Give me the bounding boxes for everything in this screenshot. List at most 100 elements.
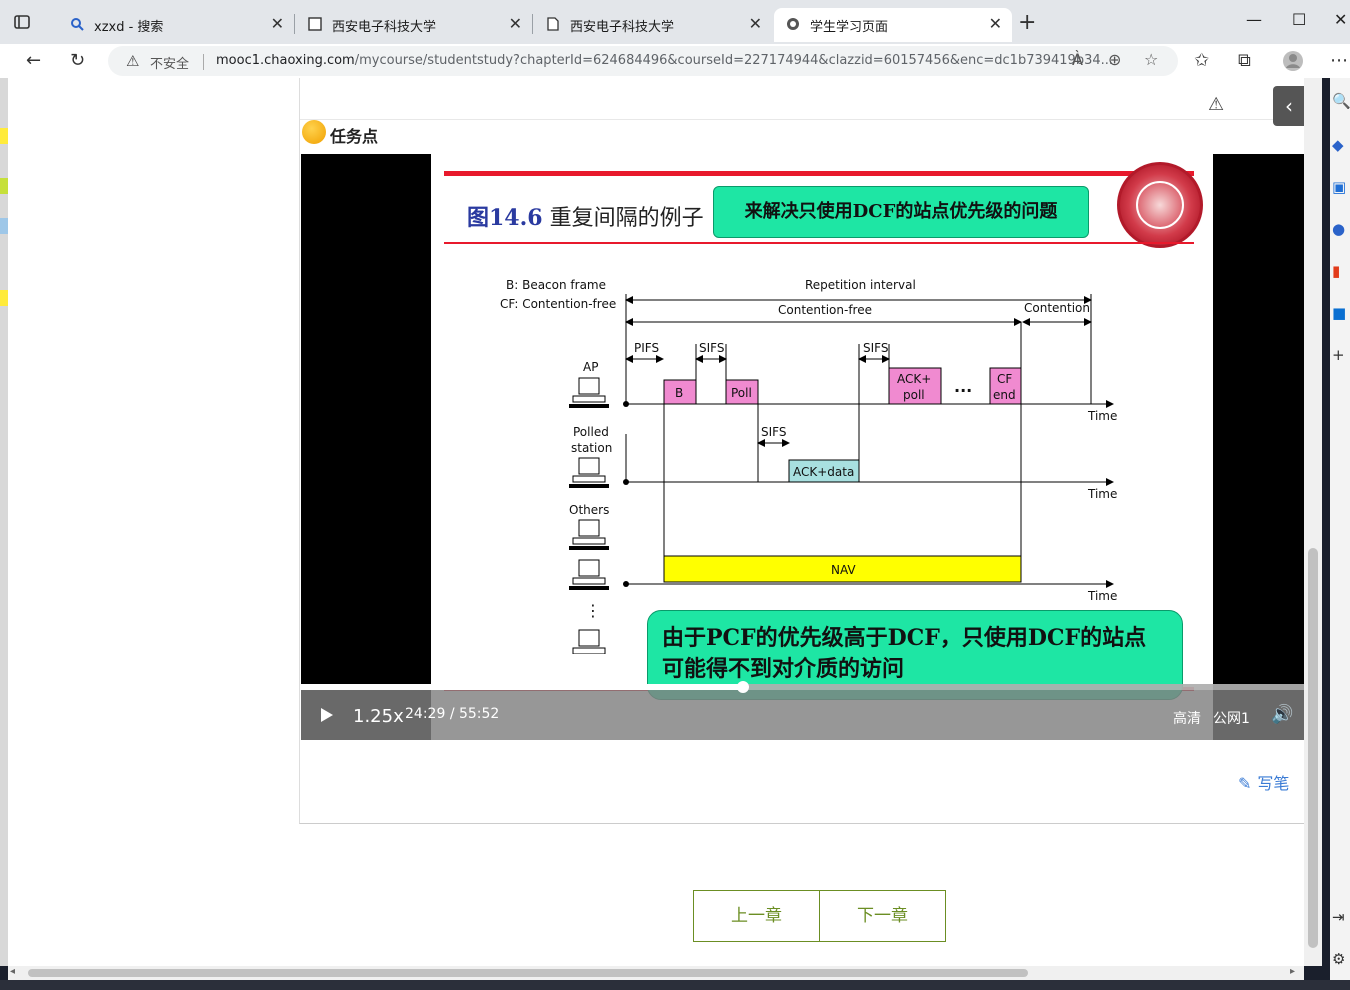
close-icon[interactable]: ✕	[989, 14, 1002, 33]
address-divider	[203, 54, 204, 70]
people-icon[interactable]: ●	[1332, 220, 1345, 238]
prev-chapter-button[interactable]: 上一章	[693, 890, 820, 942]
new-tab-button[interactable]: +	[1018, 10, 1036, 35]
figure-title: 重复间隔的例子	[549, 206, 704, 231]
write-note-label: 写笔	[1257, 774, 1290, 793]
more-icon[interactable]: ⋯	[1330, 50, 1348, 71]
collections-icon[interactable]: ⧉	[1238, 50, 1251, 71]
add-icon[interactable]: +	[1332, 346, 1345, 364]
tab-xidian-2[interactable]: 西安电子科技大学 ✕	[534, 8, 772, 42]
ack-poll-label-1: ACK+	[897, 372, 931, 386]
time-label: Time	[1087, 487, 1117, 501]
scrollbar-thumb[interactable]	[1308, 548, 1318, 948]
timeline-origin	[623, 581, 629, 587]
warning-icon[interactable]: ⚠	[126, 52, 139, 70]
chevron-left-icon: ‹	[1285, 94, 1293, 118]
legend-beacon: B: Beacon frame	[506, 278, 606, 292]
window-close-icon[interactable]: ✕	[1334, 10, 1347, 29]
favorites-icon[interactable]: ✩	[1194, 50, 1209, 71]
close-icon[interactable]: ✕	[509, 14, 522, 33]
add-favorite-icon[interactable]: ☆	[1144, 50, 1158, 69]
course-content-panel: ⚠ ‹ 任务点 图14.6 重复间隔的例子 来解决只使用DCF的站点优先级的问题	[299, 78, 1304, 824]
tab-student-study[interactable]: 学生学习页面 ✕	[774, 8, 1012, 42]
progress-bar[interactable]	[301, 681, 1304, 693]
settings-icon[interactable]: ⚙	[1332, 950, 1345, 968]
edge-marker	[0, 128, 8, 144]
edge-marker	[0, 218, 8, 234]
report-warning-icon[interactable]: ⚠	[1208, 94, 1224, 115]
vertical-scrollbar[interactable]	[1304, 78, 1322, 966]
lecture-slide: 图14.6 重复间隔的例子 来解决只使用DCF的站点优先级的问题 B: Beac…	[431, 154, 1213, 740]
tab-title: 西安电子科技大学	[570, 20, 675, 35]
time-separator: /	[449, 706, 455, 722]
scroll-right-icon[interactable]: ▸	[1290, 966, 1295, 977]
edge-marker	[0, 178, 8, 194]
pcf-timing-diagram: B: Beacon frame CF: Contention-free Repe…	[500, 278, 1117, 654]
tab-divider	[532, 14, 533, 34]
tab-title: 西安电子科技大学	[332, 20, 437, 35]
university-seal-logo	[1117, 162, 1203, 248]
progress-handle[interactable]	[736, 681, 749, 693]
line-selector[interactable]: 公网1	[1213, 708, 1250, 728]
scrollbar-thumb[interactable]	[28, 969, 1028, 977]
globe-icon	[786, 17, 800, 31]
cf-end-label-2: end	[993, 388, 1016, 402]
player-controls: 1.25x 24:29 / 55:52 高清 公网1 🔊	[301, 681, 1304, 740]
back-icon[interactable]: ←	[26, 50, 41, 71]
station-label: station	[571, 441, 612, 455]
close-icon[interactable]: ✕	[749, 14, 762, 33]
horizontal-scrollbar[interactable]: ◂ ▸	[8, 966, 1304, 980]
duration: 55:52	[458, 706, 500, 722]
ack-data-label: ACK+data	[793, 465, 854, 479]
contention-label: Contention	[1024, 301, 1090, 315]
outlook-icon[interactable]: ■	[1332, 304, 1346, 322]
minimize-icon[interactable]: —	[1246, 10, 1262, 29]
toolbox-icon[interactable]: ▣	[1332, 178, 1346, 196]
next-chapter-button[interactable]: 下一章	[819, 890, 946, 942]
tab-title: 学生学习页面	[810, 20, 889, 35]
tab-actions-button[interactable]	[12, 12, 52, 34]
read-aloud-icon[interactable]: À	[1072, 50, 1083, 69]
sifs-label: SIFS	[699, 341, 724, 355]
collapse-panel-button[interactable]: ‹	[1273, 86, 1304, 126]
close-icon[interactable]: ✕	[271, 14, 284, 33]
time-label: Time	[1087, 589, 1117, 603]
desktop-background	[0, 980, 1350, 990]
zoom-icon[interactable]: ⊕	[1108, 50, 1121, 69]
page-icon	[308, 17, 322, 31]
ack-poll-label-2: poll	[903, 388, 925, 402]
video-player[interactable]: 图14.6 重复间隔的例子 来解决只使用DCF的站点优先级的问题 B: Beac…	[301, 154, 1304, 740]
refresh-icon[interactable]: ↻	[70, 50, 85, 71]
search-icon[interactable]: 🔍	[1332, 92, 1350, 110]
play-icon[interactable]	[321, 708, 333, 722]
polled-station-computer-icon	[569, 457, 609, 488]
tab-search[interactable]: xzxd - 搜索 ✕	[58, 8, 294, 42]
profile-avatar[interactable]	[1282, 50, 1304, 77]
url-host: mooc1.chaoxing.com	[216, 53, 355, 68]
tag-icon[interactable]: ◆	[1332, 136, 1344, 154]
timeline-origin	[623, 479, 629, 485]
address-bar[interactable]: ⚠ 不安全 mooc1.chaoxing.com/mycourse/studen…	[108, 46, 1178, 76]
write-note-button[interactable]: ✎ 写笔	[1238, 770, 1289, 794]
playback-speed[interactable]: 1.25x	[353, 706, 404, 727]
tab-xidian-1[interactable]: 西安电子科技大学 ✕	[296, 8, 532, 42]
sidebar-toggle-icon[interactable]: ⇥	[1332, 908, 1345, 926]
left-edge	[0, 78, 8, 966]
pifs-label: PIFS	[634, 341, 659, 355]
current-time: 24:29	[405, 706, 446, 722]
polled-label: Polled	[573, 425, 609, 439]
maximize-icon[interactable]: ☐	[1292, 10, 1306, 29]
time-display: 24:29 / 55:52	[405, 706, 499, 722]
others-computer-icon	[569, 519, 609, 550]
slide-tag: 来解决只使用DCF的站点优先级的问题	[713, 186, 1089, 238]
url-text[interactable]: mooc1.chaoxing.com/mycourse/studentstudy…	[216, 53, 1113, 68]
url-path: /mycourse/studentstudy?chapterId=6246844…	[354, 53, 1114, 68]
scroll-left-icon[interactable]: ◂	[10, 966, 15, 977]
office-icon[interactable]: ▮	[1332, 262, 1340, 280]
quality-selector[interactable]: 高清	[1173, 708, 1201, 728]
volume-icon[interactable]: 🔊	[1271, 704, 1293, 725]
security-label[interactable]: 不安全	[150, 53, 189, 72]
others-computer-icon	[569, 559, 609, 590]
page-icon	[546, 17, 560, 31]
slide-top-rule	[444, 171, 1194, 176]
